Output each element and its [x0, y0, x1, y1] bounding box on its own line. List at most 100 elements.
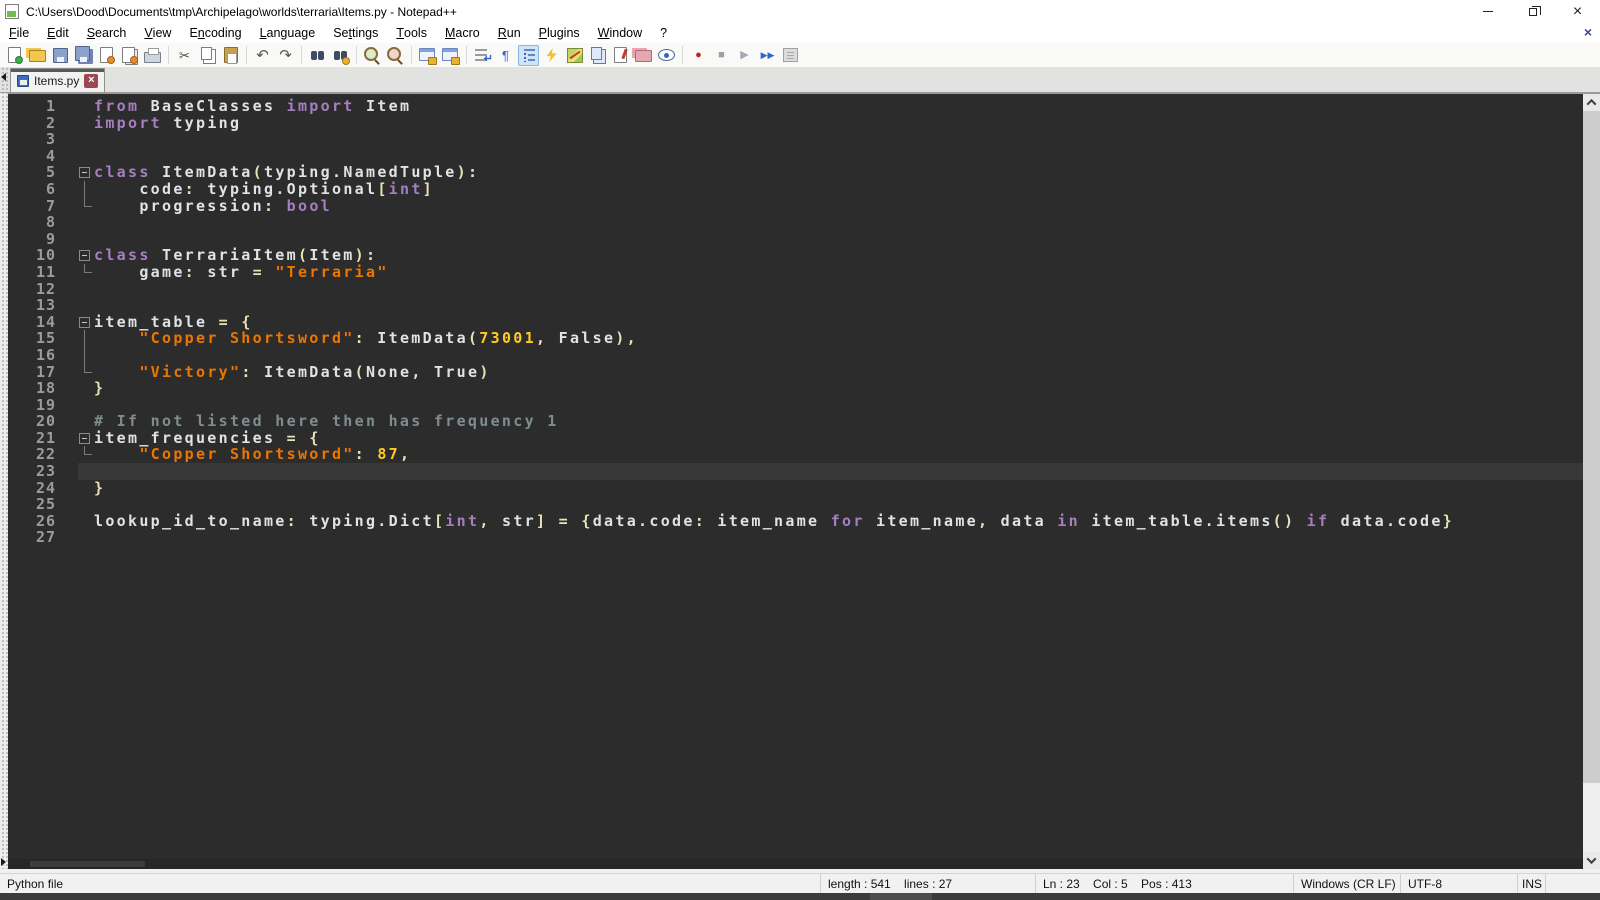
menu-edit[interactable]: Edit — [38, 23, 78, 43]
close-all-button[interactable] — [119, 45, 140, 66]
scroll-up-button[interactable] — [1583, 94, 1600, 111]
menu-run[interactable]: Run — [489, 23, 530, 43]
print-button[interactable] — [142, 45, 163, 66]
code-line[interactable]: 3 — [8, 131, 1583, 148]
cut-button[interactable]: ✂ — [174, 45, 195, 66]
vertical-scrollbar[interactable] — [1583, 93, 1600, 869]
code-line[interactable]: 16 — [8, 347, 1583, 364]
fold-margin — [78, 496, 92, 513]
code-line[interactable]: 8 — [8, 214, 1583, 231]
code-line[interactable]: 24} — [8, 480, 1583, 497]
macro-run-multiple-button[interactable]: ▶▶ — [757, 45, 778, 66]
horizontal-scrollbar-thumb[interactable] — [30, 861, 145, 867]
show-indent-guide-button[interactable] — [518, 45, 539, 66]
macro-record-button[interactable]: ● — [688, 45, 709, 66]
fold-collapse-marker[interactable] — [78, 164, 92, 181]
code-line[interactable]: 23 — [8, 463, 1583, 480]
zoom-out-button[interactable] — [385, 45, 406, 66]
copy-button[interactable] — [197, 45, 218, 66]
code-line[interactable]: 5class ItemData(typing.NamedTuple): — [8, 164, 1583, 181]
vertical-scrollbar-thumb[interactable] — [1583, 111, 1600, 783]
menu-plugins[interactable]: Plugins — [530, 23, 589, 43]
code-line[interactable]: 12 — [8, 281, 1583, 298]
minimize-button[interactable] — [1465, 0, 1510, 23]
scroll-down-button[interactable] — [1583, 852, 1600, 869]
code-line[interactable]: 10class TerrariaItem(Item): — [8, 247, 1583, 264]
open-file-button[interactable] — [27, 45, 48, 66]
macro-save-button[interactable] — [780, 45, 801, 66]
document-switcher-button[interactable] — [610, 45, 631, 66]
code-line[interactable]: 22 "Copper Shortsword": 87, — [8, 446, 1583, 463]
code-text — [92, 297, 1583, 314]
code-line[interactable]: 13 — [8, 297, 1583, 314]
menu-view[interactable]: View — [135, 23, 180, 43]
find-button[interactable] — [307, 45, 328, 66]
menu-tools[interactable]: Tools — [387, 23, 436, 43]
code-line[interactable]: 26lookup_id_to_name: typing.Dict[int, st… — [8, 513, 1583, 530]
tab-close-icon[interactable]: × — [84, 74, 98, 88]
code-line[interactable]: 18} — [8, 380, 1583, 397]
folder-as-workspace-button[interactable] — [633, 45, 654, 66]
paste-button[interactable] — [220, 45, 241, 66]
dock-splitter[interactable] — [0, 93, 8, 869]
menu-help[interactable]: ? — [651, 23, 676, 43]
menu-language[interactable]: Language — [251, 23, 325, 43]
code-line[interactable]: 21item_frequencies = { — [8, 430, 1583, 447]
tab-items-py[interactable]: Items.py × — [10, 68, 105, 92]
fold-collapse-marker[interactable] — [78, 430, 92, 447]
document-map-button[interactable] — [564, 45, 585, 66]
save-button[interactable] — [50, 45, 71, 66]
status-encoding[interactable]: UTF-8 — [1400, 874, 1517, 893]
code-line[interactable]: 4 — [8, 148, 1583, 165]
menu-settings[interactable]: Settings — [324, 23, 387, 43]
code-line[interactable]: 27 — [8, 529, 1583, 546]
monitoring-button[interactable] — [656, 45, 677, 66]
sync-vertical-scrolling-button[interactable] — [417, 45, 438, 66]
undo-button[interactable]: ↶ — [252, 45, 273, 66]
status-insert-mode[interactable]: INS — [1517, 874, 1545, 893]
status-length-lines[interactable]: length : 541 lines : 27 — [820, 874, 1035, 893]
zoom-in-button[interactable] — [362, 45, 383, 66]
save-all-button[interactable] — [73, 45, 94, 66]
macro-stop-button[interactable]: ■ — [711, 45, 732, 66]
replace-button[interactable] — [330, 45, 351, 66]
code-line[interactable]: 2import typing — [8, 115, 1583, 132]
horizontal-scrollbar[interactable] — [8, 859, 1583, 869]
title-bar: C:\Users\Dood\Documents\tmp\Archipelago\… — [0, 0, 1600, 23]
restore-button[interactable] — [1510, 0, 1555, 23]
code-line[interactable]: 11 game: str = "Terraria" — [8, 264, 1583, 281]
code-line[interactable]: 7 progression: bool — [8, 198, 1583, 215]
close-document-x-button[interactable]: × — [1584, 24, 1592, 40]
code-line[interactable]: 6 code: typing.Optional[int] — [8, 181, 1583, 198]
menu-window[interactable]: Window — [589, 23, 651, 43]
code-line[interactable]: 19 — [8, 397, 1583, 414]
fold-collapse-marker[interactable] — [78, 247, 92, 264]
menu-encoding[interactable]: Encoding — [180, 23, 250, 43]
sync-horizontal-scrolling-button[interactable] — [440, 45, 461, 66]
code-line[interactable]: 15 "Copper Shortsword": ItemData(73001, … — [8, 330, 1583, 347]
status-eol-format[interactable]: Windows (CR LF) — [1293, 874, 1400, 893]
code-line[interactable]: 1from BaseClasses import Item — [8, 98, 1583, 115]
word-wrap-button[interactable] — [472, 45, 493, 66]
status-cursor-position[interactable]: Ln : 23 Col : 5 Pos : 413 — [1035, 874, 1293, 893]
close-button[interactable] — [96, 45, 117, 66]
fold-collapse-marker[interactable] — [78, 314, 92, 331]
define-language-button[interactable] — [541, 45, 562, 66]
code-text: "Copper Shortsword": 87, — [92, 446, 1583, 463]
show-all-characters-button[interactable]: ¶ — [495, 45, 516, 66]
code-line[interactable]: 20# If not listed here then has frequenc… — [8, 413, 1583, 430]
menu-search[interactable]: Search — [78, 23, 136, 43]
close-button[interactable]: × — [1555, 0, 1600, 23]
code-line[interactable]: 14item_table = { — [8, 314, 1583, 331]
menu-macro[interactable]: Macro — [436, 23, 489, 43]
code-line[interactable]: 17 "Victory": ItemData(None, True) — [8, 364, 1583, 381]
function-list-button[interactable] — [587, 45, 608, 66]
macro-playback-button[interactable]: ▶ — [734, 45, 755, 66]
menu-file[interactable]: File — [0, 23, 38, 43]
redo-button[interactable]: ↷ — [275, 45, 296, 66]
new-file-button[interactable] — [4, 45, 25, 66]
tab-scroll-left-icon[interactable] — [0, 68, 10, 92]
code-area[interactable]: 1from BaseClasses import Item2import typ… — [8, 94, 1583, 859]
code-line[interactable]: 25 — [8, 496, 1583, 513]
code-line[interactable]: 9 — [8, 231, 1583, 248]
